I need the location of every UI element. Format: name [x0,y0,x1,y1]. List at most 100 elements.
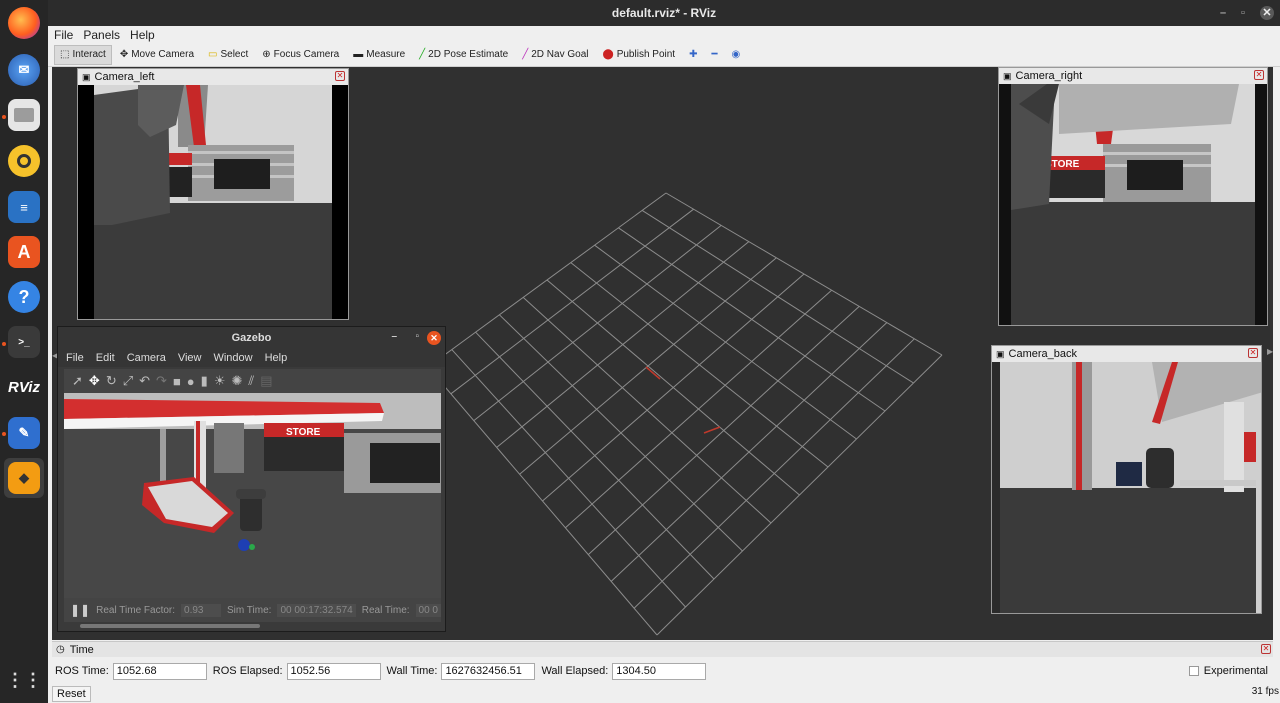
firefox-icon[interactable] [4,3,44,43]
focus-camera-tool[interactable]: ⊕ Focus Camera [256,45,345,65]
close-icon[interactable]: ✕ [427,331,441,345]
close-icon[interactable]: ✕ [1254,70,1264,80]
add-tool-button[interactable]: ✚ [683,45,703,65]
pin-icon: ⬤ [602,49,614,60]
time-panel-row: ROS Time: ROS Elapsed: Wall Time: Wall E… [52,660,1280,682]
spot-light-icon[interactable]: ✺ [231,373,242,389]
left-dock-toggle[interactable]: ◀ [52,351,58,361]
minus-icon: ━ [711,49,718,60]
time-panel-header: ◷ Time ✕ [52,641,1273,657]
focus-icon: ⊕ [262,49,271,60]
checkbox-box[interactable] [1188,666,1199,676]
select-arrow-icon[interactable]: ➚ [72,373,83,389]
title-bar: default.rviz* - RViz – ▫ ✕ [48,0,1280,26]
remove-tool-button[interactable]: ━ [705,45,723,65]
nav-goal-tool[interactable]: ╱ 2D Nav Goal [516,45,594,65]
gz-store-sign: STORE [286,427,321,438]
close-icon[interactable]: ✕ [1260,6,1274,20]
close-icon[interactable]: ✕ [1248,348,1258,358]
gz-menu-camera[interactable]: Camera [127,352,166,364]
gazebo-icon[interactable]: ◆ [4,458,44,498]
tool-properties-button[interactable]: ◉ [726,45,747,65]
camera-back-title: Camera_back [1008,348,1077,360]
grid-line [522,297,772,524]
thunderbird-icon[interactable]: ✉ [4,50,44,90]
pause-icon[interactable]: ❚❚ [70,603,90,617]
red-marker [645,366,661,380]
maximize-icon[interactable]: ▫ [1236,6,1250,20]
camera-right-header[interactable]: ▣ Camera_right ✕ [999,68,1267,84]
camera-back-image [992,362,1261,613]
rtf-label: Real Time Factor: [96,604,176,616]
wall-time-field[interactable] [441,662,536,680]
measure-label: Measure [366,49,406,60]
gz-menu-edit[interactable]: Edit [96,352,115,364]
image-icon: ▣ [82,71,91,82]
gz-menu-file[interactable]: File [66,352,84,364]
publish-point-tool[interactable]: ⬤ Publish Point [597,45,682,65]
gz-menu-window[interactable]: Window [213,352,252,364]
right-dock-toggle[interactable]: ▶ [1267,347,1273,357]
gazebo-scene[interactable]: STORE [64,393,441,598]
select-tool[interactable]: ▭ Select [202,45,254,65]
rviz-icon[interactable]: RViz [4,367,44,407]
grid-line [546,279,800,496]
sphere-shape-icon[interactable]: ● [187,374,195,389]
box-shape-icon[interactable]: ■ [173,374,181,389]
terminal-icon[interactable]: >_ [4,322,44,362]
window-title: default.rviz* - RViz [611,6,717,20]
close-icon[interactable]: ✕ [1261,644,1271,654]
ruler-icon: ▬ [353,49,364,60]
camera-back-header[interactable]: ▣ Camera_back ✕ [992,346,1261,362]
directional-light-icon[interactable]: ⫽ [248,373,254,389]
text-editor-icon[interactable]: ✎ [4,413,44,453]
sim-time-value: 00 00:17:32.574 [277,603,356,617]
fps-counter: 31 fps [1251,686,1279,697]
reset-button[interactable]: Reset [52,686,91,702]
cylinder-shape-icon[interactable]: ▮ [201,373,208,389]
menu-panels[interactable]: Panels [83,28,120,42]
copy-icon[interactable]: ▤ [260,373,272,389]
software-icon[interactable]: A [4,232,44,272]
minimize-icon[interactable]: – [1216,6,1230,20]
gz-menu-help[interactable]: Help [265,352,288,364]
gazebo-title: Gazebo [231,332,272,344]
camera-left-image [78,85,348,319]
horizontal-scrollbar[interactable] [80,624,260,628]
move-camera-tool[interactable]: ✥ Move Camera [114,45,200,65]
select-icon: ▭ [208,49,218,60]
rotate-icon[interactable]: ↻ [106,373,117,389]
help-icon[interactable]: ? [4,277,44,317]
real-time-label: Real Time: [361,604,410,616]
redo-icon[interactable]: ↷ [156,373,167,389]
time-panel-title: Time [69,643,94,656]
camera-right-image: STORE [999,84,1267,325]
experimental-checkbox[interactable]: Experimental [1188,665,1268,677]
scale-icon[interactable]: ⤢ [123,373,133,389]
measure-tool[interactable]: ▬ Measure [347,45,411,65]
grid-line [610,322,888,582]
close-icon[interactable]: ✕ [335,71,345,81]
wall-elapsed-field[interactable] [612,662,707,680]
menu-help[interactable]: Help [130,28,155,42]
menu-file[interactable]: File [54,28,73,42]
undo-icon[interactable]: ↶ [139,373,150,389]
interact-tool[interactable]: ⬚ Interact [54,44,112,65]
gazebo-window: Gazebo – ▫ ✕ File Edit Camera View Windo… [57,326,446,632]
sim-time-label: Sim Time: [226,604,272,616]
green-arrow-icon: ╱ [419,49,426,60]
cursor-icon: ⬚ [60,49,70,60]
files-icon[interactable] [4,95,44,135]
camera-left-header[interactable]: ▣ Camera_left ✕ [78,69,348,85]
ros-elapsed-field[interactable] [286,662,381,680]
point-light-icon[interactable]: ☀ [214,373,226,389]
maximize-icon[interactable]: ▫ [415,331,419,342]
minimize-icon[interactable]: – [391,331,397,342]
pose-estimate-tool[interactable]: ╱ 2D Pose Estimate [413,45,514,65]
rhythmbox-icon[interactable] [4,141,44,181]
show-apps-icon[interactable]: ⋮⋮ [4,660,44,700]
translate-icon[interactable]: ✥ [89,373,100,389]
writer-icon[interactable]: ≡ [4,187,44,227]
ros-time-field[interactable] [112,662,207,680]
gz-menu-view[interactable]: View [178,352,202,364]
